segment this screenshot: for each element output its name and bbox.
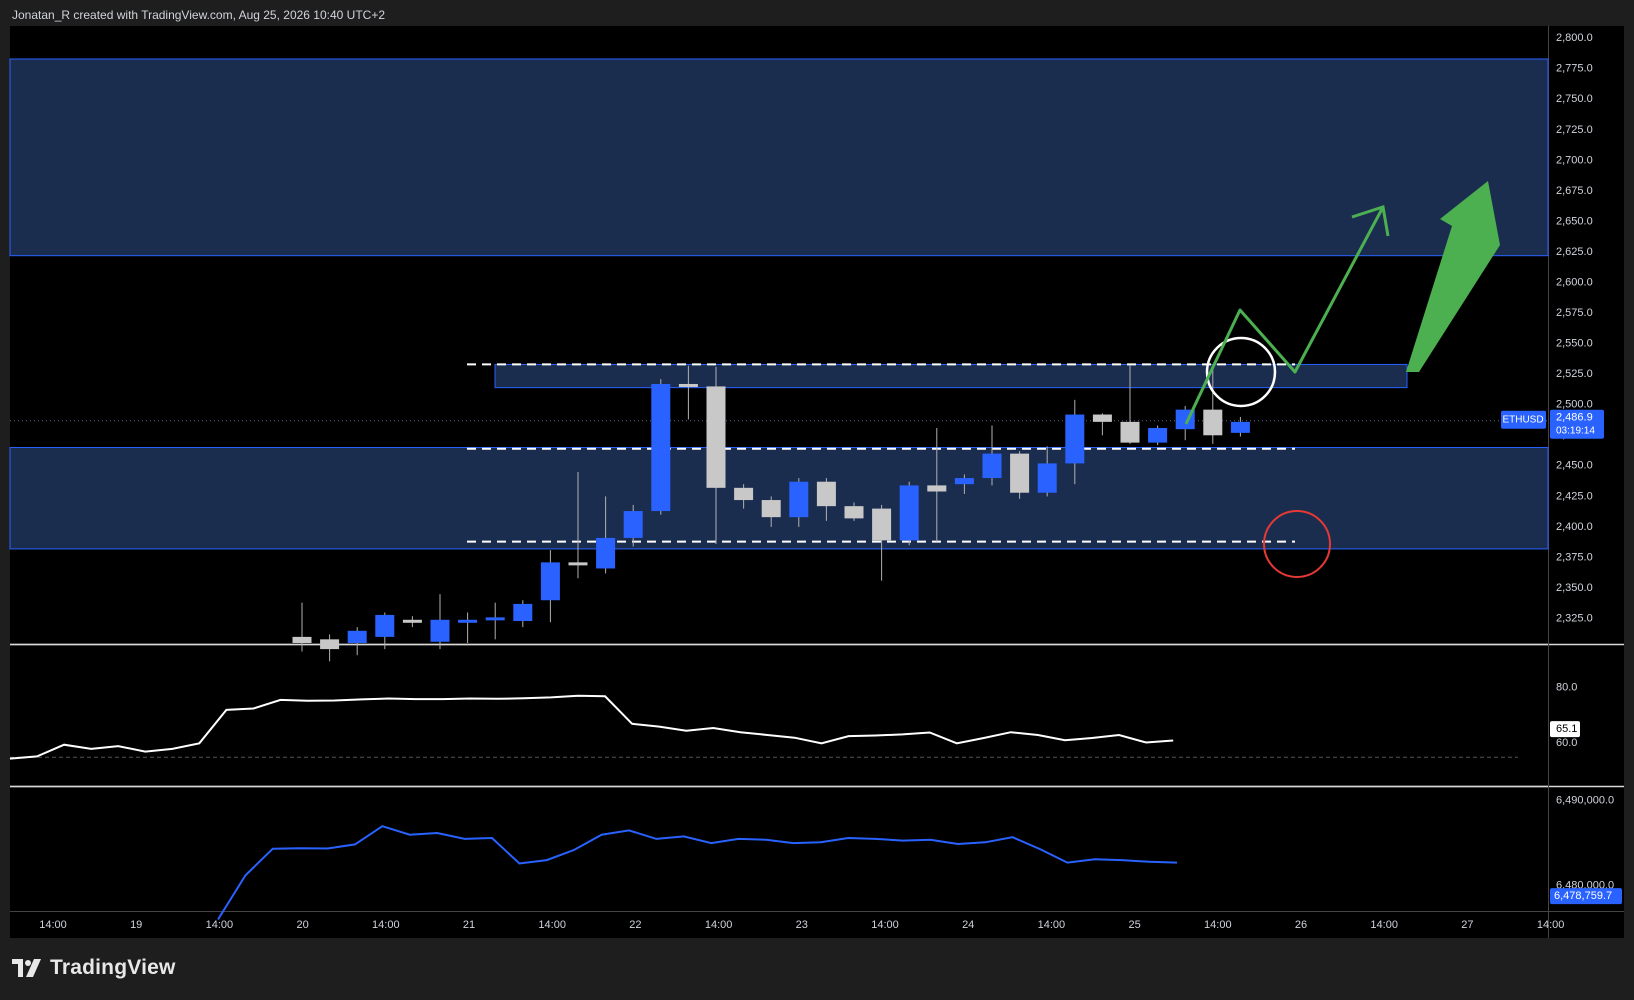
price-tick-label: 2,450.0 <box>1556 460 1593 472</box>
price-tick-label: 2,625.0 <box>1556 246 1593 258</box>
candle-body <box>844 506 864 519</box>
price-tick-label: 2,725.0 <box>1556 124 1593 136</box>
time-tick-label: 14:00 <box>372 919 400 931</box>
obv-tick-label: 6,490,000.0 <box>1556 795 1614 807</box>
candle-body <box>1092 414 1112 422</box>
time-tick-label: 21 <box>463 919 475 931</box>
rsi-tick-label: 80.0 <box>1556 682 1577 694</box>
candle-body <box>954 478 974 485</box>
price-tick-label: 2,350.0 <box>1556 582 1593 594</box>
price-tick-label: 2,600.0 <box>1556 276 1593 288</box>
candle-body <box>458 619 478 623</box>
price-tick-label: 2,550.0 <box>1556 338 1593 350</box>
candle-body <box>347 630 367 643</box>
tradingview-logo[interactable]: TradingView <box>12 956 176 980</box>
candle <box>1010 451 1030 499</box>
zone-0 <box>9 58 1549 257</box>
time-tick-label: 25 <box>1128 919 1140 931</box>
candle-body <box>623 511 643 538</box>
candle-body <box>375 614 395 637</box>
zone-2 <box>494 363 1408 389</box>
obv-value-label: 6,478,759.7 <box>1554 890 1612 902</box>
candle-body <box>540 562 560 601</box>
time-tick-label: 26 <box>1295 919 1307 931</box>
time-tick-label: 19 <box>130 919 142 931</box>
time-tick-label: 14:00 <box>206 919 234 931</box>
price-tick-label: 2,650.0 <box>1556 215 1593 227</box>
price-tick-label: 2,575.0 <box>1556 307 1593 319</box>
chart[interactable]: 2,325.0 2,350.0 2,375.0 2,400.0 2,425.0 2,450… <box>0 0 1634 1000</box>
candle-body <box>485 617 505 621</box>
candle-body <box>651 383 671 512</box>
time-tick-label: 24 <box>962 919 974 931</box>
candle-body <box>1148 427 1168 443</box>
candle-body <box>899 485 919 541</box>
candle-body <box>1010 453 1030 493</box>
time-tick-label: 14:00 <box>705 919 733 931</box>
time-tick-label: 14:00 <box>1038 919 1066 931</box>
time-tick-label: 23 <box>796 919 808 931</box>
candle-body <box>596 537 616 569</box>
candle-body <box>1120 421 1140 443</box>
candle-body <box>1230 421 1250 433</box>
time-tick-label: 27 <box>1461 919 1473 931</box>
price-tick-label: 2,800.0 <box>1556 32 1593 44</box>
last-price-label: 2,486.9 <box>1556 412 1593 424</box>
candle <box>375 612 395 650</box>
zone-1 <box>9 447 1549 550</box>
price-tick-label: 2,500.0 <box>1556 399 1593 411</box>
time-tick-label: 14:00 <box>871 919 899 931</box>
candle-body <box>734 487 754 501</box>
rsi-value-label: 65.1 <box>1556 723 1577 735</box>
candle-body <box>678 383 698 387</box>
time-tick-label: 14:00 <box>1204 919 1232 931</box>
time-tick-label: 20 <box>296 919 308 931</box>
candle-body <box>402 619 422 623</box>
candle-body <box>789 481 809 518</box>
logo-text: TradingView <box>50 956 176 979</box>
candle <box>1148 425 1168 446</box>
price-tick-label: 2,675.0 <box>1556 185 1593 197</box>
rsi-panel-bg <box>10 646 1548 785</box>
symbol-badge: ETHUSD <box>1502 414 1543 425</box>
candle-body <box>513 603 533 622</box>
time-tick-label: 14:00 <box>1370 919 1398 931</box>
price-tick-label: 2,525.0 <box>1556 368 1593 380</box>
time-tick-label: 14:00 <box>39 919 67 931</box>
price-tick-label: 2,400.0 <box>1556 521 1593 533</box>
time-tick-label: 14:00 <box>538 919 566 931</box>
tradingview-logo-icon <box>12 959 41 977</box>
price-tick-label: 2,375.0 <box>1556 551 1593 563</box>
obv-panel-bg <box>10 788 1548 911</box>
countdown-label: 03:19:14 <box>1556 425 1595 436</box>
candle-body <box>706 386 726 488</box>
candle <box>651 379 671 515</box>
time-tick-label: 22 <box>629 919 641 931</box>
price-tick-label: 2,325.0 <box>1556 612 1593 624</box>
candle-body <box>430 619 450 642</box>
candle-body <box>1037 463 1057 493</box>
price-tick-label: 2,775.0 <box>1556 63 1593 75</box>
candle-body <box>320 639 340 650</box>
candle-body <box>816 481 836 507</box>
candle-body <box>927 485 947 492</box>
price-tick-label: 2,425.0 <box>1556 490 1593 502</box>
time-tick-label: 14:00 <box>1537 919 1565 931</box>
price-tick-label: 2,700.0 <box>1556 154 1593 166</box>
candle-body <box>1203 409 1223 436</box>
candle-body <box>982 453 1002 479</box>
candle <box>899 481 919 546</box>
candle-body <box>761 500 781 518</box>
price-tick-label: 2,750.0 <box>1556 93 1593 105</box>
candle-body <box>568 562 588 566</box>
rsi-tick-label: 60.0 <box>1556 737 1577 749</box>
candle-body <box>872 508 892 541</box>
candle-body <box>1065 414 1085 464</box>
candle-body <box>292 636 312 643</box>
